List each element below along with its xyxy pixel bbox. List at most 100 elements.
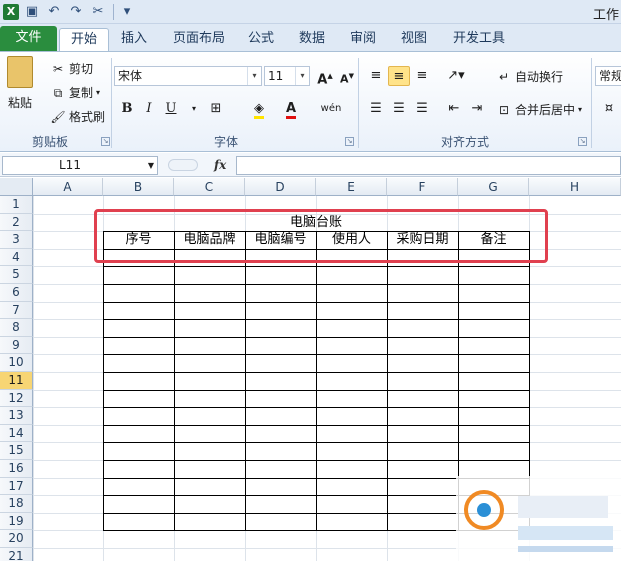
row-header-7[interactable]: 7 <box>0 301 33 320</box>
tab-view[interactable]: 视图 <box>395 28 433 51</box>
align-middle-icon[interactable]: ≡ <box>388 66 410 86</box>
column-header-g[interactable]: G <box>458 178 529 196</box>
tab-file[interactable]: 文件 <box>0 26 57 51</box>
tab-data[interactable]: 数据 <box>293 28 331 51</box>
align-top-icon[interactable]: ≡ <box>365 66 387 86</box>
column-header-f[interactable]: F <box>387 178 458 196</box>
column-header-d[interactable]: D <box>245 178 316 196</box>
alignment-launcher-icon[interactable]: ↘ <box>578 137 587 146</box>
tab-developer[interactable]: 开发工具 <box>446 28 512 51</box>
copy-button[interactable]: ⧉ 复制 ▾ <box>50 84 100 101</box>
font-size-select[interactable]: 11 ▾ <box>264 66 310 86</box>
column-header-a[interactable]: A <box>33 178 103 196</box>
table-border <box>245 231 246 531</box>
borders-icon[interactable]: ⊞ <box>205 99 227 119</box>
row-header-13[interactable]: 13 <box>0 407 33 425</box>
chevron-down-icon: ▾ <box>578 105 583 114</box>
number-format-select[interactable]: 常规 <box>595 66 621 86</box>
undo-icon[interactable]: ↶ <box>45 3 63 21</box>
align-bottom-icon[interactable]: ≡ <box>411 66 433 86</box>
tab-review[interactable]: 审阅 <box>344 28 382 51</box>
row-header-1[interactable]: 1 <box>0 196 33 214</box>
customize-toolbar-icon[interactable]: ▾ <box>118 3 136 21</box>
row-header-20[interactable]: 20 <box>0 530 33 548</box>
wrap-text-icon: ↵ <box>498 69 510 84</box>
grow-font-icon[interactable]: A▲ <box>314 66 336 87</box>
row-header-15[interactable]: 15 <box>0 442 33 460</box>
column-header-e[interactable]: E <box>316 178 387 196</box>
watermark-logo-icon <box>456 476 621 561</box>
shrink-font-icon[interactable]: A▼ <box>336 66 358 86</box>
row-header-6[interactable]: 6 <box>0 284 33 302</box>
underline-button[interactable]: U <box>160 99 182 119</box>
italic-button[interactable]: I <box>138 99 160 119</box>
currency-format-icon[interactable]: ¤ <box>598 99 620 119</box>
row-header-16[interactable]: 16 <box>0 460 33 478</box>
row-header-17[interactable]: 17 <box>0 477 33 496</box>
tab-page-layout[interactable]: 页面布局 <box>168 28 230 51</box>
table-border <box>174 231 175 531</box>
format-painter-button[interactable]: 🖌 格式刷 <box>50 108 105 125</box>
paste-label: 粘贴 <box>7 96 32 110</box>
column-header-h[interactable]: H <box>529 178 621 196</box>
chevron-down-icon[interactable]: ▾ <box>183 99 205 119</box>
row-header-4[interactable]: 4 <box>0 248 33 267</box>
merge-cells-icon: ⊡ <box>498 102 510 117</box>
increase-indent-icon[interactable]: ⇥ <box>466 99 488 119</box>
column-header-c[interactable]: C <box>174 178 245 196</box>
chevron-down-icon: ▾ <box>295 67 309 85</box>
formula-bar: L11 ▼ fx <box>0 153 621 177</box>
tools-icon[interactable]: ✂ <box>89 3 107 21</box>
row-header-14[interactable]: 14 <box>0 424 33 443</box>
paste-icon <box>7 56 33 88</box>
select-all-corner[interactable] <box>0 178 33 196</box>
row-header-5[interactable]: 5 <box>0 266 33 284</box>
row-header-3[interactable]: 3 <box>0 231 33 249</box>
font-group-label: 字体 <box>213 135 238 149</box>
bold-button[interactable]: B <box>116 99 138 119</box>
window-title: 工作 <box>592 8 619 23</box>
fill-color-icon[interactable]: ◈ <box>248 99 270 119</box>
gridline <box>33 196 34 561</box>
font-color-icon[interactable]: A <box>280 99 302 119</box>
save-icon[interactable]: ▣ <box>23 3 41 21</box>
column-header-b[interactable]: B <box>103 178 174 196</box>
toolbar-divider <box>113 3 114 20</box>
font-name-select[interactable]: 宋体 ▾ <box>114 66 262 86</box>
row-header-9[interactable]: 9 <box>0 336 33 355</box>
align-right-icon[interactable]: ☰ <box>411 99 433 119</box>
align-center-icon[interactable]: ☰ <box>388 99 410 119</box>
row-header-12[interactable]: 12 <box>0 389 33 408</box>
paste-button[interactable]: 粘贴 <box>7 56 33 111</box>
font-launcher-icon[interactable]: ↘ <box>345 137 354 146</box>
clipboard-launcher-icon[interactable]: ↘ <box>101 137 110 146</box>
font-name-value: 宋体 <box>118 69 143 83</box>
name-box[interactable]: L11 ▼ <box>2 156 158 175</box>
formula-input[interactable] <box>236 156 621 175</box>
table-border <box>316 231 317 531</box>
redo-icon[interactable]: ↷ <box>67 3 85 21</box>
row-header-18[interactable]: 18 <box>0 495 33 513</box>
formula-bar-resize-handle[interactable] <box>168 159 198 171</box>
merge-center-button[interactable]: ⊡ 合并后居中 ▾ <box>496 101 582 118</box>
phonetic-icon[interactable]: wén <box>318 99 344 119</box>
chevron-down-icon: ▼ <box>147 161 154 170</box>
copy-label: 复制 <box>69 86 94 100</box>
row-header-19[interactable]: 19 <box>0 512 33 531</box>
wrap-text-button[interactable]: ↵ 自动换行 <box>496 68 563 85</box>
cut-button[interactable]: ✂ 剪切 <box>50 60 93 77</box>
decrease-indent-icon[interactable]: ⇤ <box>443 99 465 119</box>
row-header-10[interactable]: 10 <box>0 354 33 372</box>
row-header-2[interactable]: 2 <box>0 213 33 232</box>
tab-formulas[interactable]: 公式 <box>242 28 280 51</box>
insert-function-icon[interactable]: fx <box>214 156 234 174</box>
align-left-icon[interactable]: ☰ <box>365 99 387 119</box>
alignment-group-label: 对齐方式 <box>440 135 489 149</box>
tab-insert[interactable]: 插入 <box>114 28 154 51</box>
row-header-11[interactable]: 11 <box>0 372 33 390</box>
row-header-21[interactable]: 21 <box>0 548 33 561</box>
orientation-icon[interactable]: ↗▾ <box>443 66 469 86</box>
row-header-8[interactable]: 8 <box>0 319 33 337</box>
format-painter-label: 格式刷 <box>69 110 106 124</box>
tab-home[interactable]: 开始 <box>59 28 109 51</box>
